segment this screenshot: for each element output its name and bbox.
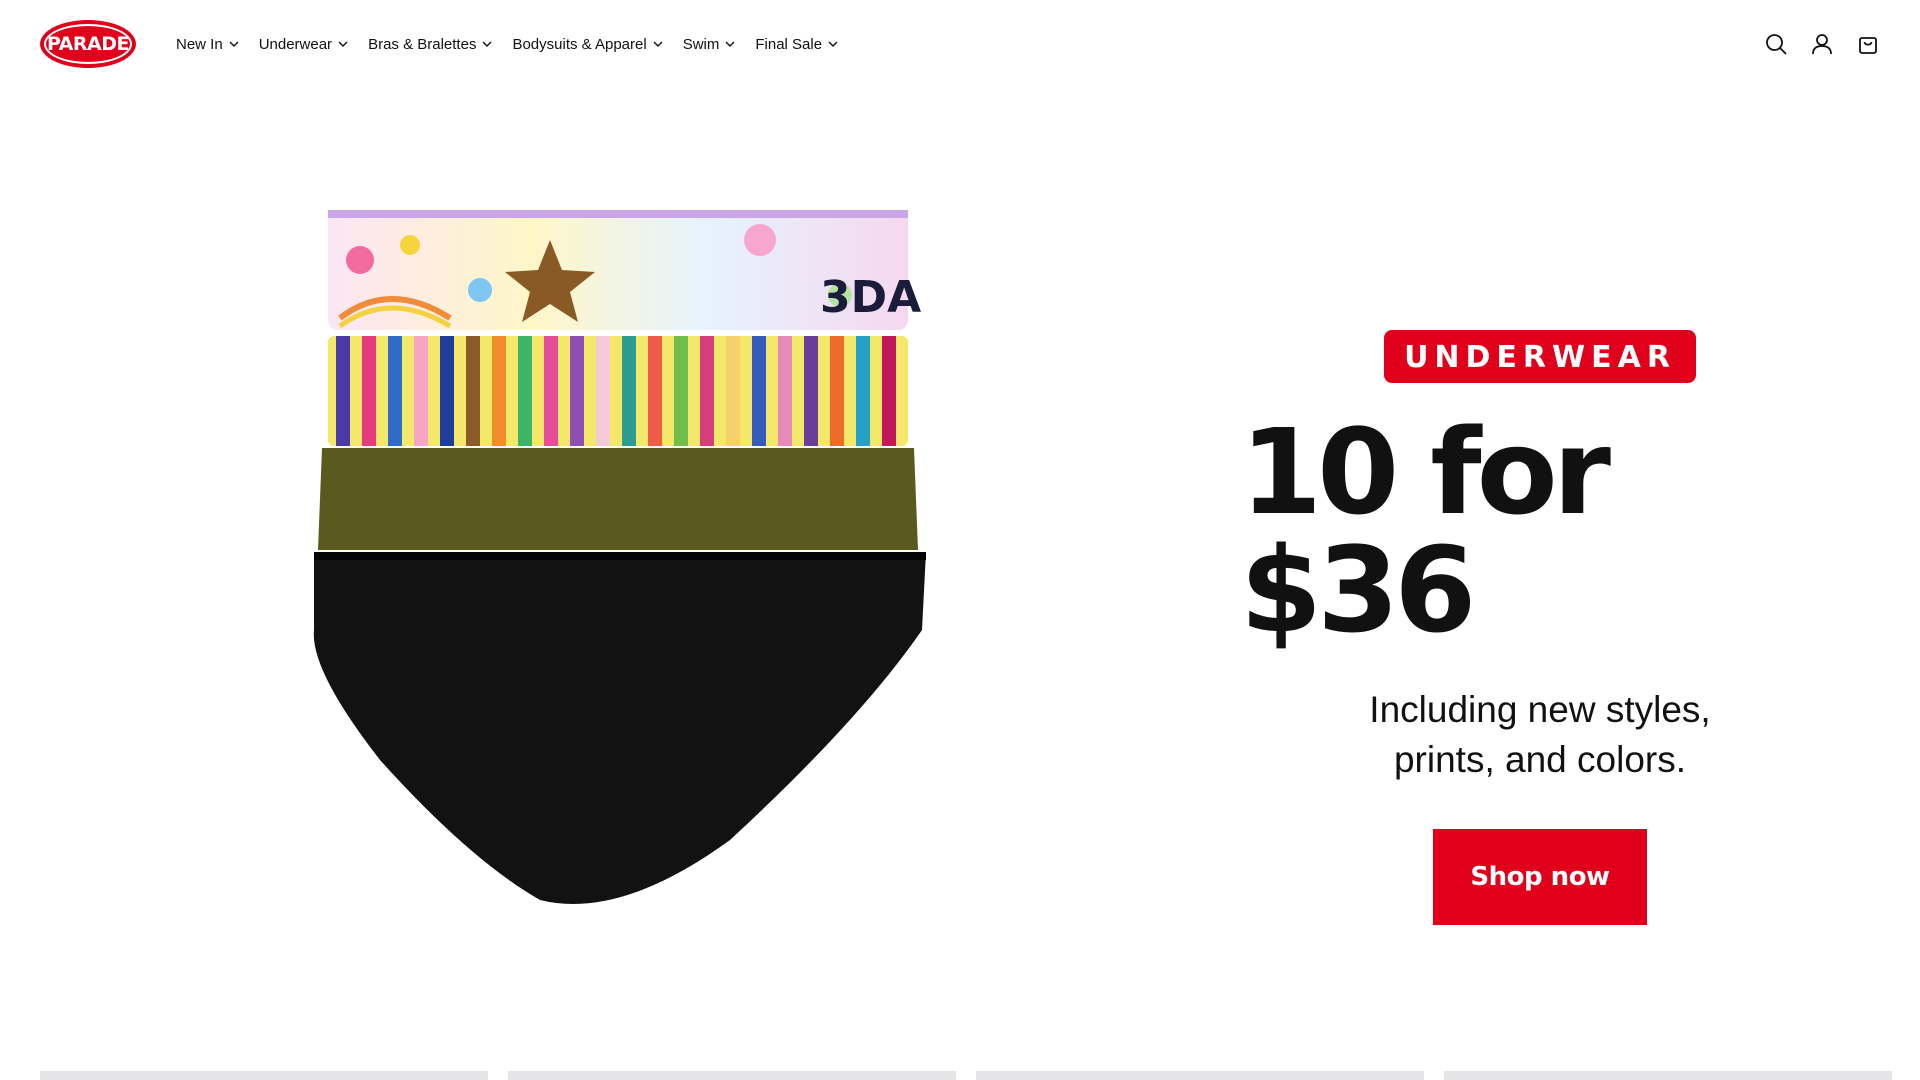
product-tile[interactable] [40,1071,488,1080]
shop-now-button[interactable]: Shop now [1433,829,1647,925]
category-badge: UNDERWEAR [1384,330,1696,383]
site-header: PARADE New In Underwear Bras & Bralettes… [0,0,1920,88]
product-tiles [40,1071,1892,1080]
search-icon [1766,34,1787,55]
chevron-down-icon [482,41,492,47]
main-nav: New In Underwear Bras & Bralettes Bodysu… [176,36,838,53]
logo-text: PARADE [47,33,129,55]
nav-label: Underwear [258,35,333,53]
account-icon [1812,34,1832,55]
svg-text:3DA: 3DA [820,272,921,323]
promo-subline: Including new styles, prints, and colors… [1369,689,1711,780]
hero-product-image[interactable]: 3DA [300,200,940,920]
promo-block: UNDERWEAR 10 for $36 Including new style… [1240,330,1840,925]
nav-item-new-in[interactable]: New In [176,36,239,53]
header-icons [1764,32,1880,56]
cart-button[interactable] [1856,32,1880,56]
chevron-down-icon [229,41,239,47]
nav-item-bodysuits-apparel[interactable]: Bodysuits & Apparel [512,35,663,53]
nav-item-final-sale[interactable]: Final Sale [755,36,838,53]
nav-item-underwear[interactable]: Underwear [259,36,348,53]
parade-logo[interactable]: PARADE [40,20,136,68]
promo-headline: 10 for $36 [1240,403,1611,659]
product-tile[interactable] [508,1071,956,1080]
nav-label: New In [176,35,223,53]
nav-label: Final Sale [755,35,823,53]
nav-item-swim[interactable]: Swim [683,36,736,53]
product-tile[interactable] [1444,1071,1892,1080]
cart-icon [1859,37,1877,54]
nav-label: Bras & Bralettes [368,35,477,53]
nav-label: Bodysuits & Apparel [512,35,647,53]
chevron-down-icon [725,41,735,47]
chevron-down-icon [828,41,838,47]
search-button[interactable] [1764,32,1788,56]
product-tile[interactable] [976,1071,1424,1080]
account-button[interactable] [1810,32,1834,56]
nav-label: Swim [682,35,720,53]
nav-item-bras-bralettes[interactable]: Bras & Bralettes [368,36,492,53]
chevron-down-icon [338,41,348,47]
chevron-down-icon [653,41,663,47]
